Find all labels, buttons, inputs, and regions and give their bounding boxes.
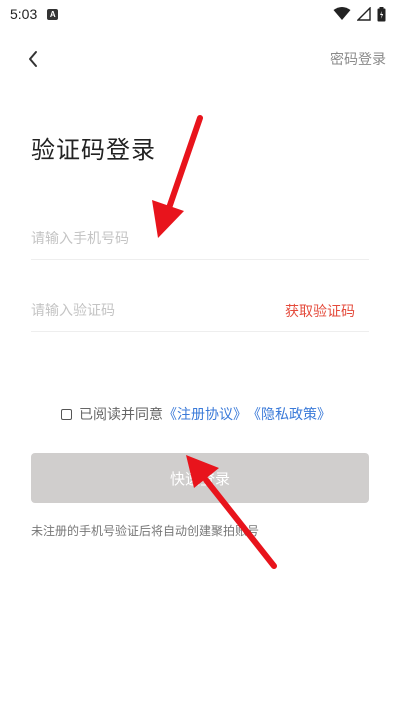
- status-left: 5:03 A: [10, 6, 59, 22]
- terms-link[interactable]: 《注册协议》: [163, 404, 247, 424]
- password-login-link[interactable]: 密码登录: [330, 49, 386, 69]
- wifi-icon: [333, 7, 351, 20]
- back-button[interactable]: [20, 46, 46, 72]
- quick-login-button[interactable]: 快速登录: [31, 453, 369, 503]
- code-field: 获取验证码: [31, 291, 369, 332]
- status-right: [333, 6, 386, 22]
- phone-field: [31, 219, 369, 260]
- chevron-left-icon: [29, 51, 37, 67]
- privacy-link[interactable]: 《隐私政策》: [247, 404, 331, 424]
- page-title: 验证码登录: [31, 136, 156, 164]
- status-time: 5:03: [10, 6, 38, 22]
- code-input[interactable]: [31, 303, 261, 319]
- signup-notice: 未注册的手机号验证后将自动创建聚拍账号: [31, 524, 260, 538]
- get-code-button[interactable]: 获取验证码: [285, 301, 355, 321]
- notification-badge-icon: A: [47, 8, 59, 20]
- annotation-arrows: [152, 115, 277, 569]
- nav-bar: 密码登录: [0, 40, 400, 76]
- phone-input[interactable]: [31, 231, 369, 247]
- agreement-row: 已阅读并同意 《注册协议》 《隐私政策》: [61, 404, 331, 424]
- agreement-checkbox[interactable]: [61, 408, 72, 420]
- agreement-text: 已阅读并同意: [79, 407, 163, 423]
- battery-icon: [377, 6, 386, 21]
- signal-icon: [357, 7, 371, 21]
- status-bar: 5:03 A: [0, 0, 400, 28]
